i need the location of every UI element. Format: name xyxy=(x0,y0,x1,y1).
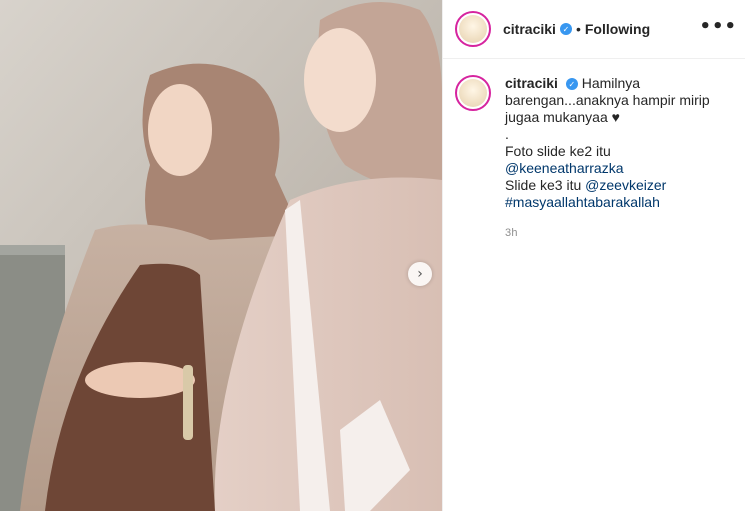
separator-dot: • xyxy=(575,21,581,37)
chevron-right-icon: › xyxy=(417,266,423,282)
mention-link-2[interactable]: @zeevkeizer xyxy=(585,177,666,193)
caption-profile-picture xyxy=(459,79,487,107)
mention-link-1[interactable]: @keeneatharrazka xyxy=(505,160,624,176)
profile-picture xyxy=(459,15,487,43)
caption-line-6: Slide ke3 itu xyxy=(505,177,586,193)
caption-line-3: jugaa mukanyaa xyxy=(505,109,608,125)
header-username[interactable]: citraciki xyxy=(503,21,556,37)
caption-section: citraciki ✓ Hamilnya barengan...anaknya … xyxy=(443,59,745,242)
post-photo[interactable]: › xyxy=(0,0,442,511)
caption-avatar[interactable] xyxy=(455,75,491,111)
caption-text: citraciki ✓ Hamilnya barengan...anaknya … xyxy=(505,75,733,242)
caption-line-5: Foto slide ke2 itu xyxy=(505,143,611,159)
post-header: citraciki ✓ • Following ••• xyxy=(443,0,745,59)
heart-icon: ♥ xyxy=(611,109,620,125)
caption-verified-icon: ✓ xyxy=(565,78,578,91)
caption-line-2: barengan...anaknya hampir mirip xyxy=(505,92,710,108)
next-slide-button[interactable]: › xyxy=(408,262,432,286)
caption-line-1: Hamilnya xyxy=(581,75,641,91)
post-side-panel: citraciki ✓ • Following ••• citraciki ✓ … xyxy=(442,0,745,511)
post-timestamp[interactable]: 3h xyxy=(505,225,733,242)
hashtag-link[interactable]: #masyaallahtabarakallah xyxy=(505,194,660,210)
more-options-icon[interactable]: ••• xyxy=(699,18,737,36)
post-image xyxy=(0,0,442,511)
following-button[interactable]: Following xyxy=(585,21,650,37)
caption-username[interactable]: citraciki xyxy=(505,75,558,91)
verified-badge-icon: ✓ xyxy=(559,23,572,35)
avatar[interactable] xyxy=(455,11,491,47)
caption-line-4: . xyxy=(505,126,509,142)
